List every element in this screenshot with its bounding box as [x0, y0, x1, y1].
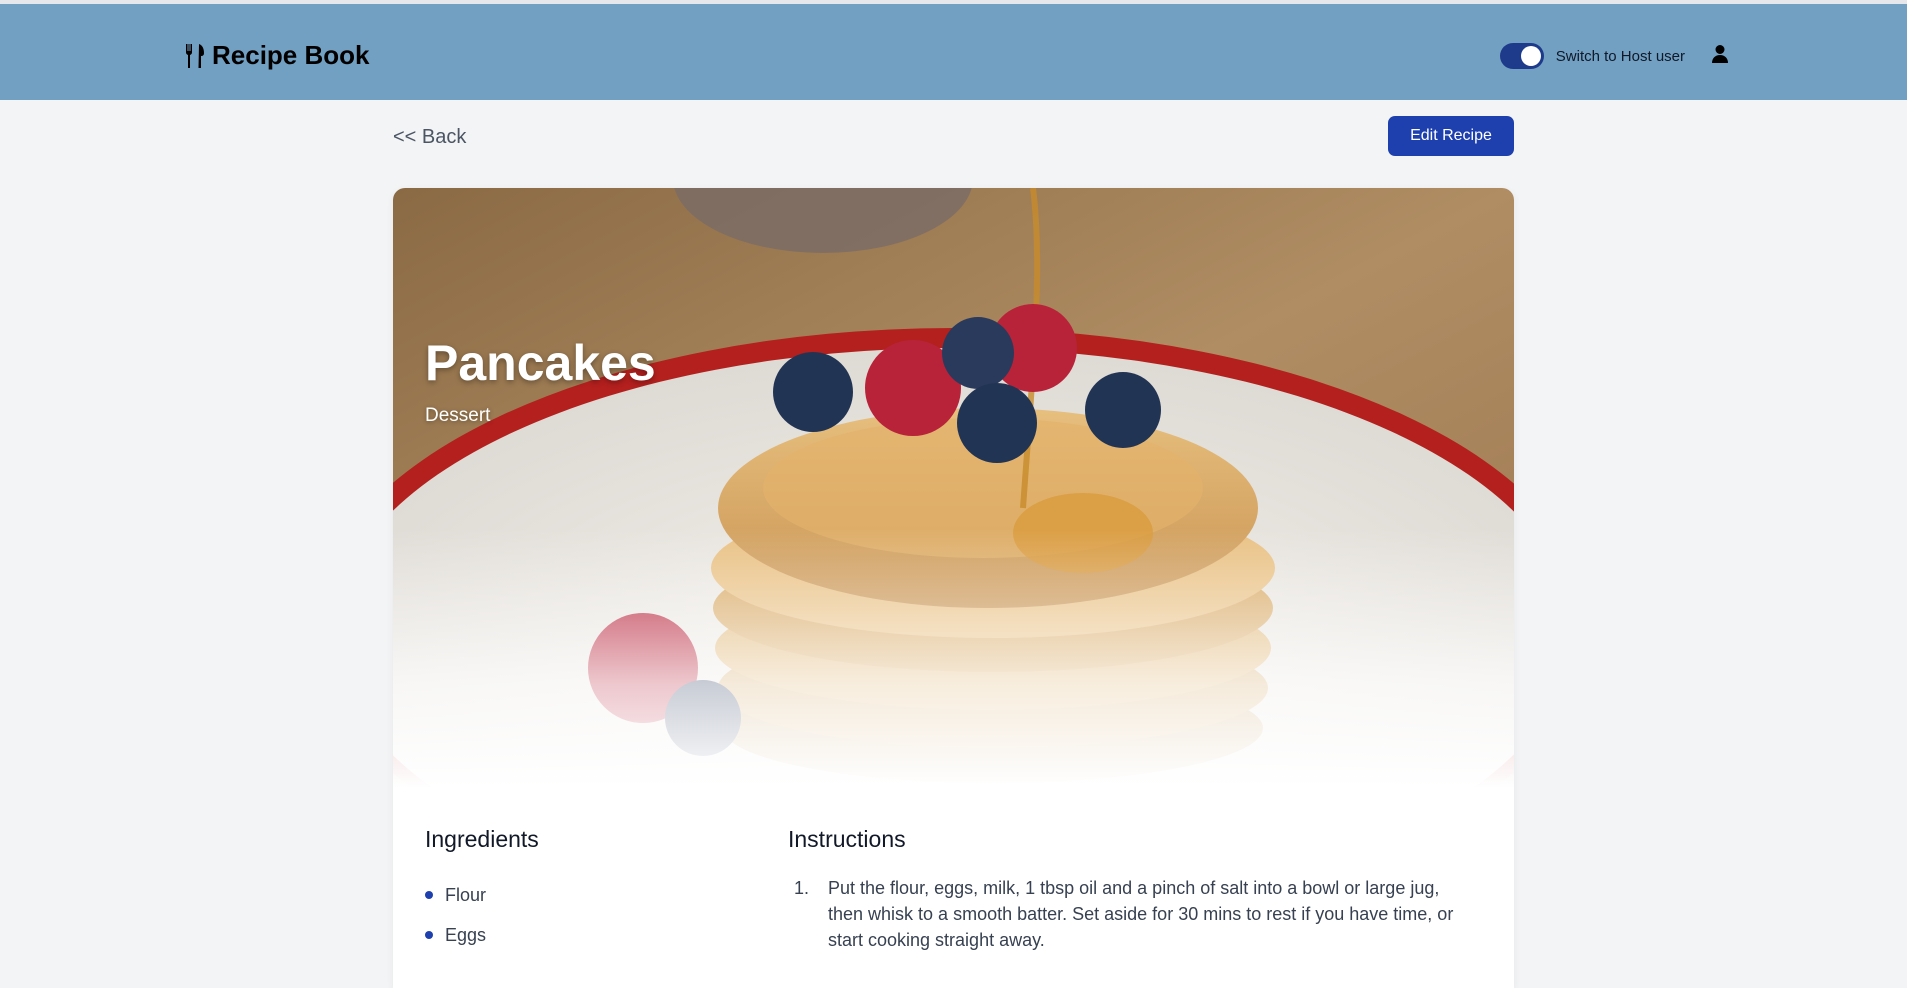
step-text: Put the flour, eggs, milk, 1 tbsp oil an…: [828, 878, 1454, 951]
list-item: Flour: [425, 875, 788, 915]
brand[interactable]: Recipe Book: [184, 40, 370, 71]
brand-title: Recipe Book: [212, 40, 370, 70]
recipe-card: Pancakes Dessert Ingredients Flour Eggs: [393, 188, 1514, 988]
ingredient-label: Eggs: [445, 924, 487, 945]
toggle-knob: [1520, 46, 1541, 66]
fork-knife-icon: [184, 43, 206, 69]
ingredients-section: Ingredients Flour Eggs: [393, 788, 788, 955]
app-header: Recipe Book Switch to Host user: [0, 4, 1907, 100]
ingredients-heading: Ingredients: [425, 826, 539, 852]
hero-text: Pancakes Dessert: [425, 336, 656, 427]
user-icon[interactable]: [1711, 44, 1729, 69]
instructions-heading: Instructions: [788, 826, 906, 852]
recipe-category: Dessert: [425, 405, 491, 426]
host-user-toggle[interactable]: [1499, 43, 1544, 69]
recipe-title: Pancakes: [425, 335, 656, 391]
list-item: Eggs: [425, 915, 788, 955]
recipe-details: Ingredients Flour Eggs Instructions 1. P…: [393, 788, 1514, 955]
instruction-step: 1. Put the flour, eggs, milk, 1 tbsp oil…: [788, 875, 1476, 953]
ingredient-label: Flour: [445, 884, 487, 905]
toggle-label: Switch to Host user: [1555, 47, 1685, 65]
hero-fade: [393, 528, 1514, 788]
ingredients-list: Flour Eggs: [425, 875, 788, 955]
bullet-icon: [425, 931, 433, 939]
host-user-switch: Switch to Host user: [1499, 43, 1729, 69]
edit-recipe-button[interactable]: Edit Recipe: [1388, 116, 1514, 156]
page-toolbar: << Back Edit Recipe: [393, 100, 1514, 188]
instructions-section: Instructions 1. Put the flour, eggs, mil…: [788, 788, 1514, 955]
recipe-hero-image: Pancakes Dessert: [393, 188, 1514, 788]
recipe-page: << Back Edit Recipe Pancakes Dessert Ing…: [393, 100, 1514, 988]
step-number: 1.: [794, 878, 810, 898]
back-link[interactable]: << Back: [393, 126, 466, 149]
bullet-icon: [425, 891, 433, 899]
